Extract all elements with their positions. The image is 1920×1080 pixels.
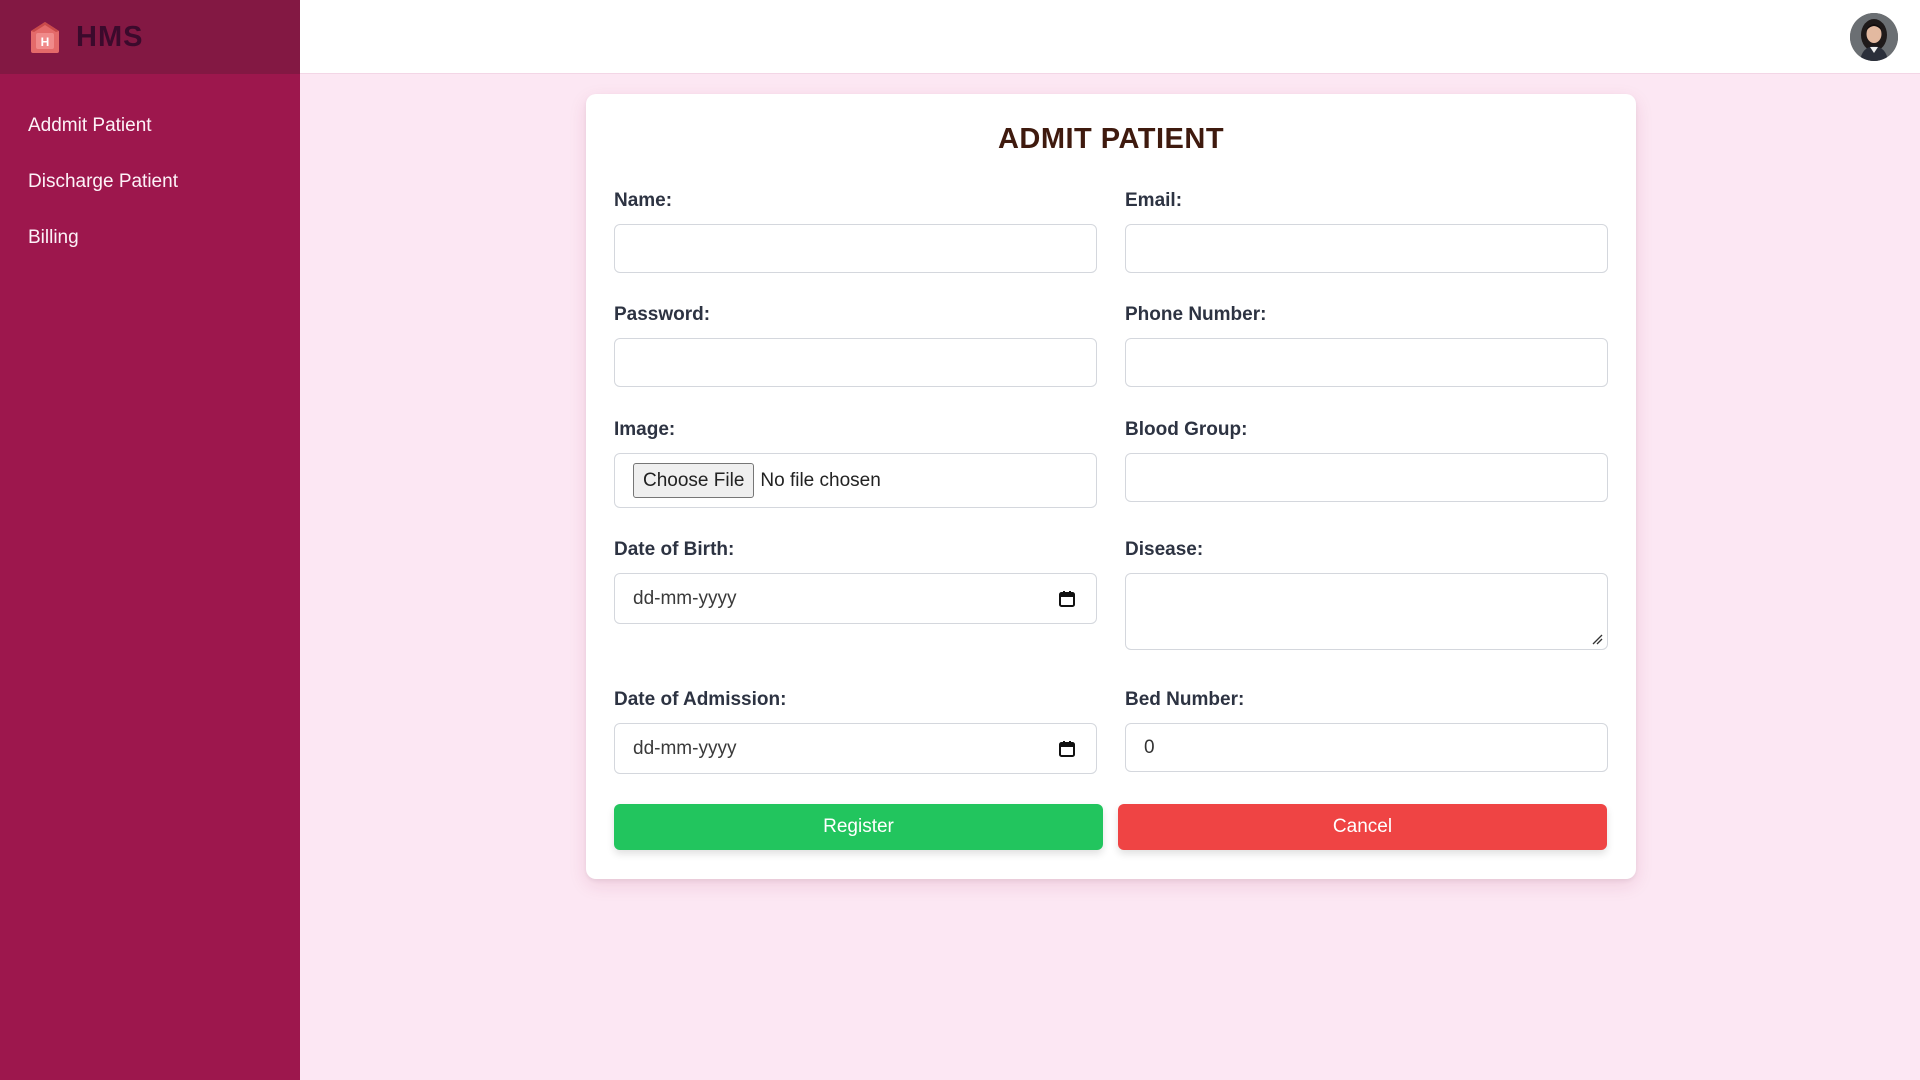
phone-field-group: Phone Number: (1125, 303, 1608, 387)
email-field-group: Email: (1125, 189, 1608, 273)
page-title: ADMIT PATIENT (997, 123, 1225, 155)
file-status-text: No file chosen (760, 469, 881, 491)
name-input[interactable] (614, 224, 1097, 273)
disease-label: Disease: (1125, 539, 1204, 560)
disease-field-group: Disease: (1125, 538, 1608, 650)
user-avatar[interactable] (1850, 13, 1898, 61)
blood-group-label: Blood Group: (1125, 419, 1248, 440)
hospital-logo-icon: H (31, 22, 59, 53)
dob-field-group: Date of Birth: dd-mm-yyyy (614, 538, 1097, 624)
bed-number-field-group: Bed Number: 0 (1125, 688, 1608, 772)
calendar-icon[interactable] (1058, 740, 1076, 758)
disease-textarea[interactable] (1125, 573, 1608, 650)
sidebar: H HMS Addmit Patient Discharge Patient B… (0, 0, 300, 1080)
sidebar-nav: Addmit Patient Discharge Patient Billing (0, 74, 300, 266)
admission-date-input[interactable]: dd-mm-yyyy (614, 723, 1097, 774)
top-header (300, 0, 1920, 74)
admission-label: Date of Admission: (614, 689, 787, 710)
dob-placeholder: dd-mm-yyyy (633, 587, 737, 609)
brand-name: HMS (76, 20, 144, 53)
resize-handle-icon[interactable] (1591, 633, 1603, 645)
image-label: Image: (614, 419, 676, 440)
email-label: Email: (1125, 190, 1183, 211)
blood-group-field-group: Blood Group: (1125, 418, 1608, 502)
password-label: Password: (614, 304, 711, 325)
image-field-group: Image: Choose File No file chosen (614, 418, 1097, 508)
svg-text:H: H (41, 35, 50, 49)
email-input[interactable] (1125, 224, 1608, 273)
calendar-icon[interactable] (1058, 590, 1076, 608)
phone-input[interactable] (1125, 338, 1608, 387)
admission-placeholder: dd-mm-yyyy (633, 737, 737, 759)
name-label: Name: (614, 190, 673, 211)
cancel-button[interactable]: Cancel (1118, 804, 1607, 850)
blood-group-input[interactable] (1125, 453, 1608, 502)
sidebar-item-discharge-patient[interactable]: Discharge Patient (0, 154, 300, 210)
admit-patient-card: ADMIT PATIENT Name: Email: Password: Pho… (586, 94, 1636, 879)
admission-field-group: Date of Admission: dd-mm-yyyy (614, 688, 1097, 774)
name-field-group: Name: (614, 189, 1097, 273)
password-field-group: Password: (614, 303, 1097, 387)
sidebar-item-billing[interactable]: Billing (0, 210, 300, 266)
register-button[interactable]: Register (614, 804, 1103, 850)
password-input[interactable] (614, 338, 1097, 387)
brand-bar[interactable]: H HMS (0, 0, 300, 74)
dob-date-input[interactable]: dd-mm-yyyy (614, 573, 1097, 624)
bed-number-label: Bed Number: (1125, 689, 1245, 710)
choose-file-button[interactable]: Choose File (633, 463, 755, 498)
dob-label: Date of Birth: (614, 539, 735, 560)
phone-label: Phone Number: (1125, 304, 1267, 325)
image-file-input: Choose File No file chosen (614, 453, 1097, 508)
avatar-image (1850, 13, 1898, 61)
sidebar-item-admit-patient[interactable]: Addmit Patient (0, 98, 300, 154)
bed-number-input[interactable]: 0 (1125, 723, 1608, 772)
